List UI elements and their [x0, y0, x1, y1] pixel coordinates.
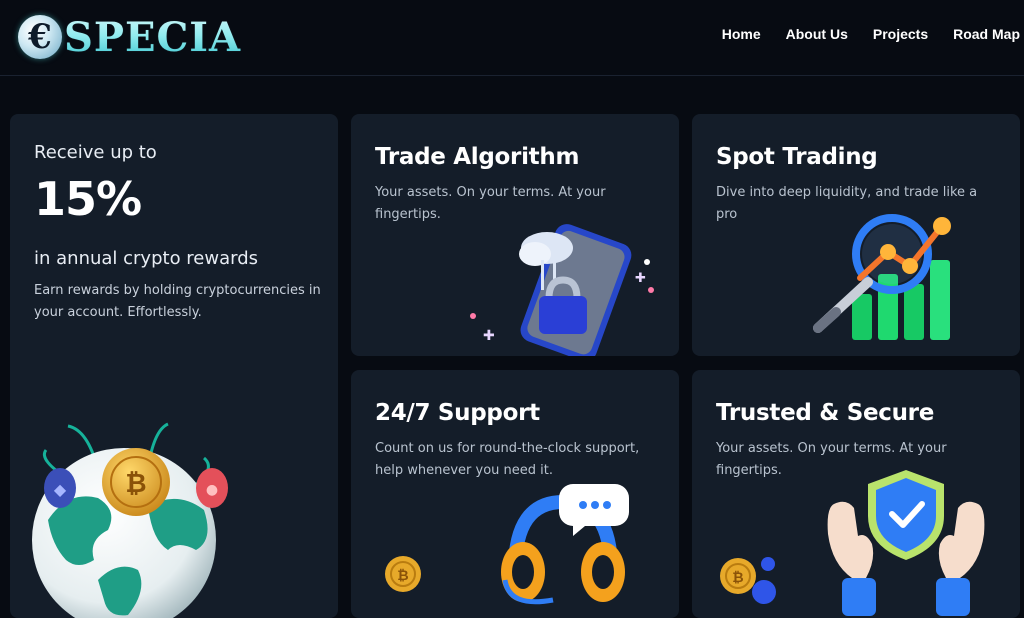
chart-magnifier-icon	[813, 214, 951, 340]
nav-about-us[interactable]: About Us	[786, 26, 848, 42]
rewards-card: Receive up to 15% in annual crypto rewar…	[10, 114, 338, 618]
rewards-pre-text: Receive up to	[34, 142, 157, 163]
svg-text:◆: ◆	[54, 480, 67, 499]
feature-text: Count on us for round-the-clock support,…	[375, 441, 640, 478]
feature-title: Spot Trading	[716, 144, 878, 170]
feature-title: Trusted & Secure	[716, 400, 935, 426]
svg-text:✚: ✚	[635, 271, 646, 286]
rewards-description: Earn rewards by holding cryptocurrencies…	[34, 283, 321, 320]
feature-card-support: 24/7 Support Count on us for round-the-c…	[351, 370, 679, 618]
rewards-subtitle: in annual crypto rewards	[34, 248, 259, 269]
brand-logo[interactable]: € SPECIA	[18, 10, 241, 64]
nav-home[interactable]: Home	[722, 26, 761, 42]
svg-text:●: ●	[206, 482, 218, 498]
globe-coins-icon: ₿ ◆ ●	[32, 422, 228, 618]
svg-text:✚: ✚	[483, 328, 495, 344]
main-nav: Home About Us Projects Road Map	[697, 26, 1020, 42]
hands-shield-icon: ₿	[720, 470, 985, 616]
feature-text: Your assets. On your terms. At your fing…	[375, 185, 606, 222]
svg-text:₿: ₿	[732, 570, 743, 586]
feature-card-spot-trading: Spot Trading Dive into deep liquidity, a…	[692, 114, 1020, 356]
phone-lock-icon: ✚ ✚	[470, 224, 654, 356]
feature-title: Trade Algorithm	[375, 144, 580, 170]
feature-card-trade-algorithm: Trade Algorithm Your assets. On your ter…	[351, 114, 679, 356]
site-header: € SPECIA Home About Us Projects Road Map	[0, 0, 1024, 76]
logo-mark-icon: €	[18, 15, 62, 59]
logo-text: SPECIA	[64, 13, 242, 61]
svg-text:₿: ₿	[125, 469, 146, 499]
feature-card-trusted-secure: Trusted & Secure Your assets. On your te…	[692, 370, 1020, 618]
headphones-chat-icon: ₿	[385, 484, 629, 605]
nav-projects[interactable]: Projects	[873, 26, 928, 42]
feature-title: 24/7 Support	[375, 400, 540, 426]
svg-text:₿: ₿	[397, 568, 408, 584]
rewards-percent: 15%	[34, 172, 142, 226]
nav-road-map[interactable]: Road Map	[953, 26, 1020, 42]
